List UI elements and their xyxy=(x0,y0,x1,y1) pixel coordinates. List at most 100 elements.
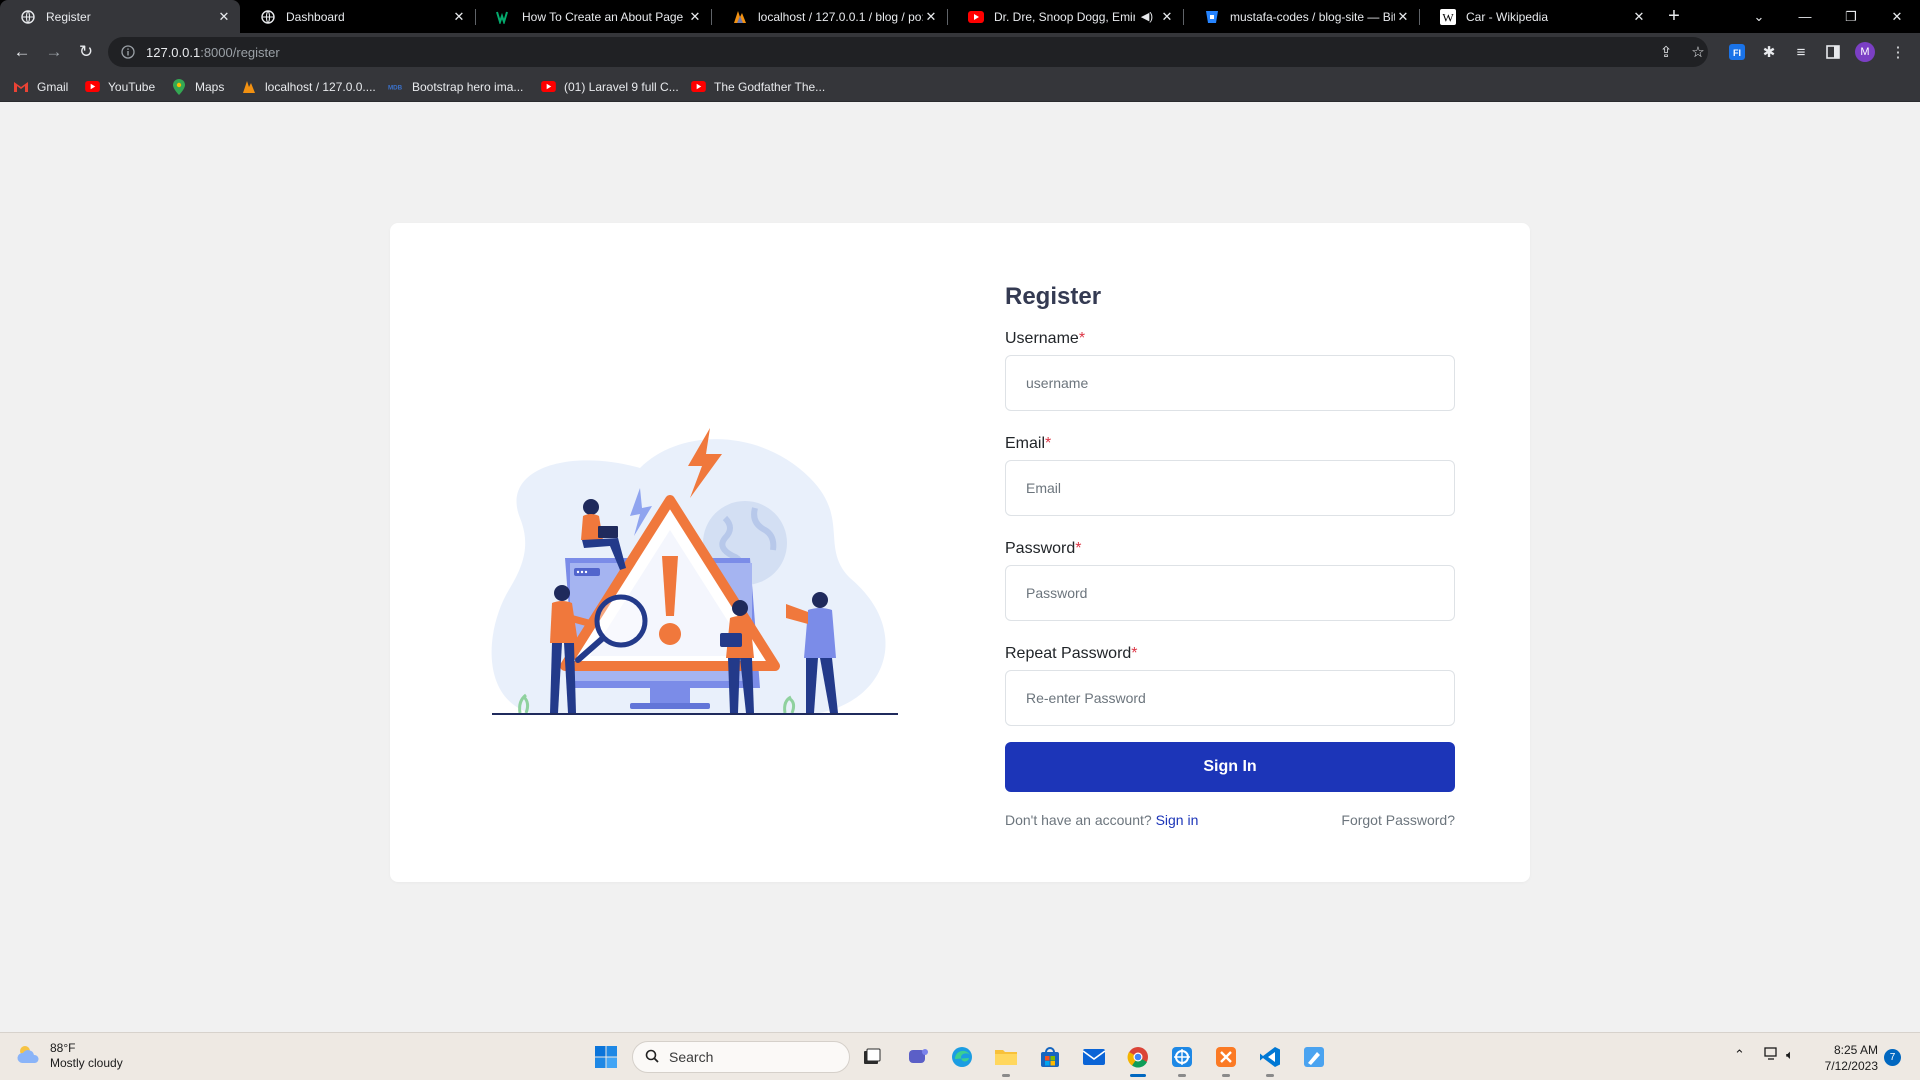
tab-phpmyadmin[interactable]: localhost / 127.0.0.1 / blog / po: ✕ xyxy=(712,0,947,33)
maps-icon xyxy=(171,78,187,95)
close-tab-icon[interactable]: ✕ xyxy=(216,9,232,25)
file-explorer-icon[interactable] xyxy=(992,1043,1020,1077)
bookmark-laravel-course[interactable]: (01) Laravel 9 full C... xyxy=(540,78,679,95)
svg-text:W: W xyxy=(1442,10,1454,24)
network-icon[interactable] xyxy=(1764,1047,1780,1064)
bitbucket-icon xyxy=(1204,9,1220,25)
show-hidden-icons[interactable]: ⌃ xyxy=(1734,1047,1745,1063)
weather-desc: Mostly cloudy xyxy=(50,1056,123,1070)
register-form: Register Username* Email* Password* Repe… xyxy=(1005,283,1455,828)
notification-badge[interactable]: 7 xyxy=(1884,1049,1901,1066)
password-field[interactable] xyxy=(1005,565,1455,621)
xampp-icon[interactable] xyxy=(1212,1043,1240,1077)
vscode-icon[interactable] xyxy=(1256,1043,1284,1077)
close-window-button[interactable]: ✕ xyxy=(1874,0,1920,33)
address-bar[interactable]: 127.0.0.1:8000/register xyxy=(108,37,1708,67)
speaker-icon[interactable]: ◀) xyxy=(1141,10,1153,23)
close-tab-icon[interactable]: ✕ xyxy=(1159,9,1175,25)
browser-toolbar: ← → ↻ 127.0.0.1:8000/register ⇪ ☆ FI ✱ ≡… xyxy=(0,33,1920,71)
site-info-icon[interactable] xyxy=(120,44,136,60)
mail-icon[interactable] xyxy=(1080,1043,1108,1071)
microsoft-store-icon[interactable] xyxy=(1036,1043,1064,1071)
edge-icon[interactable] xyxy=(948,1043,976,1071)
tab-wikipedia[interactable]: W Car - Wikipedia ✕ xyxy=(1420,0,1655,33)
bookmark-maps[interactable]: Maps xyxy=(171,78,224,95)
tab-title: mustafa-codes / blog-site — Bit xyxy=(1230,9,1395,24)
globe-icon xyxy=(20,9,36,25)
reload-icon[interactable]: ↻ xyxy=(74,40,98,64)
volume-icon[interactable]: 🔈︎ xyxy=(1786,1047,1794,1063)
globe-icon xyxy=(260,9,276,25)
youtube-icon xyxy=(540,79,556,95)
close-tab-icon[interactable]: ✕ xyxy=(687,9,703,25)
forward-icon[interactable]: → xyxy=(42,40,66,64)
tab-title: Dr. Dre, Snoop Dogg, Emine xyxy=(994,9,1135,24)
tab-register[interactable]: Register ✕ xyxy=(0,0,240,33)
tab-search-icon[interactable]: ⌄ xyxy=(1736,0,1782,33)
register-card: Register Username* Email* Password* Repe… xyxy=(390,223,1530,882)
teams-chat-icon[interactable] xyxy=(904,1043,932,1071)
restore-button[interactable]: ❐ xyxy=(1828,0,1874,33)
tab-about-page[interactable]: How To Create an About Page ✕ xyxy=(476,0,711,33)
snipping-tool-icon[interactable] xyxy=(1168,1043,1196,1077)
search-icon xyxy=(645,1049,659,1066)
close-tab-icon[interactable]: ✕ xyxy=(923,9,939,25)
bookmark-youtube[interactable]: YouTube xyxy=(84,78,155,95)
taskbar-search[interactable]: Search xyxy=(632,1041,850,1073)
username-label: Username* xyxy=(1005,330,1086,347)
bookmark-godfather[interactable]: The Godfather The... xyxy=(690,78,825,95)
w3schools-icon xyxy=(496,9,512,25)
side-panel-icon[interactable] xyxy=(1823,42,1843,62)
minimize-button[interactable]: — xyxy=(1782,0,1828,33)
bookmarks-bar: Gmail YouTube Maps localhost / 127.0.0..… xyxy=(0,71,1920,102)
svg-text:FI: FI xyxy=(1733,48,1741,58)
chrome-icon[interactable] xyxy=(1124,1043,1152,1077)
profile-avatar[interactable]: M xyxy=(1855,42,1875,62)
password-label: Password* xyxy=(1005,540,1082,557)
media-control-icon[interactable]: ≡ xyxy=(1791,42,1811,62)
bookmark-star-icon[interactable]: ☆ xyxy=(1688,42,1708,62)
forgot-password-link[interactable]: Forgot Password? xyxy=(1341,812,1455,828)
youtube-icon xyxy=(690,79,706,95)
email-field[interactable] xyxy=(1005,460,1455,516)
bookmark-bootstrap-hero[interactable]: MDB Bootstrap hero ima... xyxy=(388,78,523,95)
weather-widget[interactable]: 88°F Mostly cloudy xyxy=(16,1041,123,1071)
paint-app-icon[interactable] xyxy=(1300,1043,1328,1071)
extension-fi-icon[interactable]: FI xyxy=(1727,42,1747,62)
page-title: Register xyxy=(1005,283,1102,310)
tab-title: Dashboard xyxy=(286,9,345,24)
tab-title: Car - Wikipedia xyxy=(1466,9,1549,24)
phpmyadmin-icon xyxy=(732,9,748,25)
menu-kebab-icon[interactable]: ⋮ xyxy=(1888,42,1908,62)
url-text: 127.0.0.1:8000/register xyxy=(146,44,280,60)
bookmark-gmail[interactable]: Gmail xyxy=(13,78,68,95)
bookmark-localhost[interactable]: localhost / 127.0.0.... xyxy=(241,78,376,95)
tab-dashboard[interactable]: Dashboard ✕ xyxy=(240,0,475,33)
tab-youtube-music[interactable]: Dr. Dre, Snoop Dogg, Emine ◀) ✕ xyxy=(948,0,1183,33)
close-tab-icon[interactable]: ✕ xyxy=(451,9,467,25)
windows-start-icon[interactable] xyxy=(594,1045,618,1069)
share-icon[interactable]: ⇪ xyxy=(1656,42,1676,62)
warning-illustration xyxy=(491,428,898,715)
close-tab-icon[interactable]: ✕ xyxy=(1631,9,1647,25)
cloudy-weather-icon xyxy=(16,1043,42,1070)
sign-in-button[interactable]: Sign In xyxy=(1005,742,1455,792)
form-footer: Don't have an account? Sign in Forgot Pa… xyxy=(1005,812,1455,828)
repeat-password-label: Repeat Password* xyxy=(1005,645,1138,662)
username-field[interactable] xyxy=(1005,355,1455,411)
youtube-icon xyxy=(968,9,984,25)
task-view-icon[interactable] xyxy=(858,1043,886,1071)
extensions-puzzle-icon[interactable]: ✱ xyxy=(1759,42,1779,62)
system-clock[interactable]: 8:25 AM 7/12/2023 xyxy=(1818,1042,1878,1074)
repeat-password-field[interactable] xyxy=(1005,670,1455,726)
svg-text:MDB: MDB xyxy=(388,84,403,91)
back-icon[interactable]: ← xyxy=(10,40,34,64)
windows-taskbar: 88°F Mostly cloudy Search ⌃ 🔈︎ 8:25 AM 7… xyxy=(0,1032,1920,1080)
tab-bitbucket[interactable]: mustafa-codes / blog-site — Bit ✕ xyxy=(1184,0,1419,33)
new-tab-button[interactable]: + xyxy=(1663,6,1685,28)
close-tab-icon[interactable]: ✕ xyxy=(1395,9,1411,25)
tab-title: localhost / 127.0.0.1 / blog / po: xyxy=(758,9,923,24)
mdb-icon: MDB xyxy=(388,79,404,95)
youtube-icon xyxy=(84,79,100,95)
sign-in-link[interactable]: Sign in xyxy=(1156,812,1199,828)
